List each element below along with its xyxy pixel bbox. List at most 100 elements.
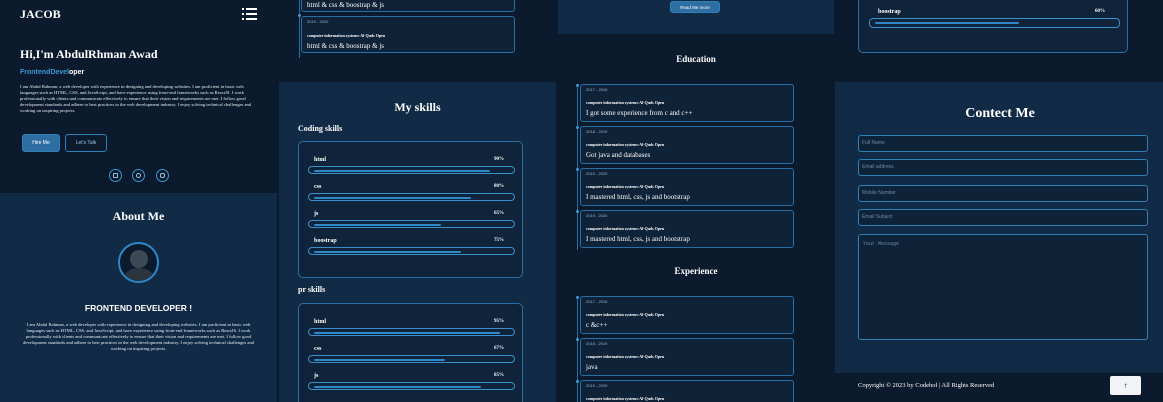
about-section: About Me FRONTEND DEVELOPER ! I am Abdul…	[0, 193, 277, 402]
instagram-icon[interactable]	[156, 169, 169, 182]
hire-me-button[interactable]: Hire Me	[22, 134, 60, 152]
education-text: I mastered html, css, js and bootstrap	[586, 235, 690, 243]
skill-percent: 90%	[494, 157, 504, 162]
education-card: 2018 - 2019 computer information systems…	[580, 126, 794, 164]
experience-date: 2018 - 2019	[586, 341, 608, 346]
linkedin-icon[interactable]	[109, 169, 122, 182]
education-org: computer information systems-Al-Quds Ope…	[586, 100, 665, 105]
timeline-text: html & css & boostrap & js	[307, 1, 384, 9]
skill-bar	[869, 18, 1120, 28]
experience-card: 2019 - 2020 computer information systems…	[580, 380, 794, 402]
skill-bar	[308, 382, 515, 390]
timeline-dot	[576, 296, 579, 299]
hero-section: JACOB Hi,I'm AbdulRhman Awad FrontendDev…	[0, 0, 277, 193]
panel-contact: boostrap 60% Contect Me Full Name Email …	[835, 0, 1163, 402]
hero-bio: I am Abdul Rahman, a web developer with …	[20, 84, 252, 113]
experience-date: 2017 - 2018	[586, 299, 608, 304]
email-input[interactable]: Email address	[858, 159, 1148, 176]
lets-talk-button[interactable]: Let's Talk	[65, 134, 107, 152]
footer-copyright: Copyright © 2023 by Codehol | All Rights…	[858, 382, 995, 389]
skill-bar-fill	[314, 250, 461, 253]
skill-bar	[308, 247, 515, 255]
skill-tail-section: boostrap 60%	[835, 0, 1163, 82]
timeline-card: 2019 - 2020 computer information systems…	[301, 16, 515, 53]
timeline-dot	[576, 84, 579, 87]
skill-row: js 85%	[299, 358, 524, 393]
hero-greeting: Hi,I'm AbdulRhman Awad	[20, 47, 158, 61]
experience-title: Experience	[674, 266, 718, 276]
coding-skills-title: Coding skills	[298, 124, 343, 133]
skill-percent: 85%	[494, 373, 504, 378]
skill-bar-fill	[314, 385, 481, 388]
timeline-dot	[576, 126, 579, 129]
experience-card: 2018 - 2019 computer information systems…	[580, 338, 794, 376]
education-card: 2019 - 2020 computer information systems…	[580, 168, 794, 206]
experience-timeline-line	[577, 296, 578, 402]
readmore-section: Read Me more	[558, 0, 834, 34]
about-title: About Me	[112, 209, 165, 223]
arrow-up-icon: ↑	[1123, 381, 1128, 390]
skill-percent: 67%	[494, 346, 504, 351]
timeline-dot	[576, 380, 579, 383]
about-text: I am Abdul Rahman, a web developer with …	[22, 322, 255, 351]
education-date: 2018 - 2019	[586, 129, 608, 134]
panel-skills: html & css & boostrap & js 2019 - 2020 c…	[279, 0, 556, 402]
education-card: 2019 - 2020 computer information systems…	[580, 210, 794, 248]
skill-row: boostrap 75%	[299, 223, 524, 258]
timeline-dot	[576, 210, 579, 213]
education-org: computer information systems-Al-Quds Ope…	[586, 226, 665, 231]
timeline-card: html & css & boostrap & js	[301, 0, 515, 12]
skill-name: boostrap	[314, 238, 337, 244]
education-section: Education 2017 - 2018 computer informati…	[558, 34, 834, 402]
skills-title: My skills	[394, 100, 441, 114]
timeline-top-section: html & css & boostrap & js 2019 - 2020 c…	[279, 0, 556, 82]
panel-education: Read Me more Education 2017 - 2018 compu…	[558, 0, 834, 402]
back-to-top-button[interactable]: ↑	[1110, 376, 1141, 395]
experience-text: c &c++	[586, 321, 608, 329]
skill-percent: 75%	[494, 238, 504, 243]
pr-skills-box: html 95% css 67% js 85%	[298, 303, 523, 402]
timeline-date: 2019 - 2020	[307, 19, 329, 24]
education-org: computer information systems-Al-Quds Ope…	[586, 184, 665, 189]
education-text: I mastered html, css, js and bootstrap	[586, 193, 690, 201]
education-card: 2017 - 2018 computer information systems…	[580, 84, 794, 122]
timeline-line	[299, 0, 300, 58]
hero-role: FrontendDeveloper	[20, 69, 84, 76]
education-date: 2019 - 2020	[586, 213, 608, 218]
skill-name: css	[314, 184, 322, 190]
education-org: computer information systems-Al-Quds Ope…	[586, 142, 665, 147]
skill-name: html	[314, 319, 326, 325]
timeline-dot	[576, 338, 579, 341]
experience-org: computer information systems-Al-Quds Ope…	[586, 396, 665, 401]
experience-date: 2019 - 2020	[586, 383, 608, 388]
skill-percent: 80%	[494, 184, 504, 189]
contact-section: Contect Me Full Name Email address Mobil…	[835, 82, 1163, 373]
education-date: 2019 - 2020	[586, 171, 608, 176]
panel-home: JACOB Hi,I'm AbdulRhman Awad FrontendDev…	[0, 0, 277, 402]
brand-logo[interactable]: JACOB	[20, 7, 61, 22]
full-name-input[interactable]: Full Name	[858, 135, 1148, 152]
contact-title: Contect Me	[965, 106, 1035, 121]
read-more-button[interactable]: Read Me more	[670, 1, 720, 13]
message-textarea[interactable]: Your Message	[858, 234, 1148, 340]
pr-skills-title: pr skills	[298, 285, 326, 294]
experience-org: computer information systems-Al-Quds Ope…	[586, 312, 665, 317]
mobile-input[interactable]: Mobile Number	[858, 185, 1148, 202]
timeline-org: computer information systems-Al-Quds Ope…	[307, 33, 386, 38]
skill-name: boostrap	[878, 9, 901, 15]
hero-role-highlight: FrontendDevel	[20, 69, 70, 76]
skills-section: My skills Coding skills html 90% css 80%…	[279, 82, 556, 402]
education-timeline-line	[577, 84, 578, 250]
subject-input[interactable]: Email Subject	[858, 209, 1148, 226]
skill-box-tail: boostrap 60%	[858, 0, 1128, 53]
experience-text: java	[586, 363, 598, 371]
education-date: 2017 - 2018	[586, 87, 608, 92]
footer: Copyright © 2023 by Codehol | All Rights…	[835, 373, 1163, 402]
skill-bar-fill	[875, 22, 1019, 24]
skill-percent: 95%	[494, 319, 504, 324]
experience-card: 2017 - 2018 computer information systems…	[580, 296, 794, 334]
github-icon[interactable]	[132, 169, 145, 182]
education-text: Got java and databases	[586, 151, 651, 159]
timeline-text: html & css & boostrap & js	[307, 42, 384, 50]
menu-icon[interactable]	[242, 7, 257, 20]
